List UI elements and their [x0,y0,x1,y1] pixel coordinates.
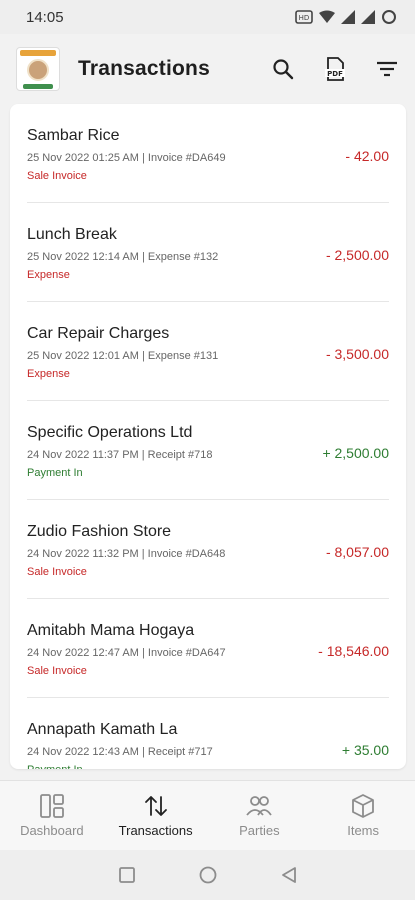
business-logo[interactable] [16,47,60,91]
transaction-date: 24 Nov 2022 12:43 AM [27,746,139,758]
nav-parties-label: Parties [239,823,280,838]
status-time: 14:05 [26,8,64,26]
status-bar: 14:05 HD [0,0,415,34]
app-header: Transactions PDF [0,34,415,104]
signal-2-icon [361,10,375,24]
transaction-row[interactable]: Sambar Rice 25 Nov 2022 01:25 AM | Invoi… [27,104,389,203]
svg-text:PDF: PDF [327,70,343,78]
transaction-list: Sambar Rice 25 Nov 2022 01:25 AM | Invoi… [10,104,406,769]
system-nav-bar [0,850,415,900]
transaction-party-name: Annapath Kamath La [27,721,178,738]
parties-icon [246,796,273,816]
back-icon[interactable] [280,866,298,884]
transaction-ref: | Receipt #718 [141,449,213,461]
transaction-ref: | Invoice #DA647 [141,647,226,659]
transaction-type: Sale Invoice [27,665,87,677]
transaction-date: 25 Nov 2022 12:14 AM [27,251,139,263]
transaction-date: 25 Nov 2022 12:01 AM [27,350,139,362]
pdf-icon: PDF [325,57,345,81]
transaction-type: Expense [27,368,70,380]
transaction-date: 25 Nov 2022 01:25 AM [27,152,139,164]
transaction-amount: + 35.00 [341,742,389,758]
bottom-nav: Dashboard Transactions Parties Items [0,780,415,850]
transaction-type: Payment In [27,467,83,479]
page-title: Transactions [78,57,210,80]
data-saver-icon: HD [295,10,313,24]
transaction-party-name: Car Repair Charges [27,325,170,342]
transaction-ref: | Invoice #DA649 [141,152,226,164]
nav-dashboard-label: Dashboard [20,823,84,838]
transaction-row[interactable]: Zudio Fashion Store 24 Nov 2022 11:32 PM… [27,500,389,599]
nav-transactions-label: Transactions [118,823,193,838]
transaction-party-name: Lunch Break [27,226,117,243]
nav-items[interactable]: Items [311,781,415,850]
transaction-row[interactable]: Lunch Break 25 Nov 2022 12:14 AM | Expen… [27,203,389,302]
transaction-ref: | Receipt #717 [141,746,213,758]
transaction-row[interactable]: Amitabh Mama Hogaya 24 Nov 2022 12:47 AM… [27,599,389,698]
transaction-amount: + 2,500.00 [322,445,389,461]
transactions-card: Sambar Rice 25 Nov 2022 01:25 AM | Invoi… [10,104,406,769]
transaction-row[interactable]: Specific Operations Ltd 24 Nov 2022 11:3… [27,401,389,500]
transaction-amount: - 8,057.00 [325,544,389,560]
nav-parties[interactable]: Parties [208,781,312,850]
nav-items-label: Items [347,823,380,838]
dashboard-icon [39,794,64,818]
transaction-ref: | Expense #132 [141,251,219,263]
transaction-type: Sale Invoice [27,566,87,578]
transaction-meta: 24 Nov 2022 12:43 AM | Receipt #717 [27,746,389,759]
svg-text:HD: HD [299,14,310,22]
transaction-type: Expense [27,269,70,281]
search-button[interactable] [271,57,295,81]
transaction-party-name: Specific Operations Ltd [27,424,193,441]
home-icon[interactable] [198,865,218,885]
transaction-ref: | Invoice #DA648 [141,548,226,560]
filter-icon [377,61,397,77]
transactions-icon [144,796,167,816]
transaction-date: 24 Nov 2022 11:37 PM [27,449,139,461]
signal-icon [341,10,355,24]
wifi-icon [319,10,335,23]
transaction-party-name: Sambar Rice [27,127,120,144]
nav-transactions[interactable]: Transactions [104,781,208,850]
transaction-amount: - 3,500.00 [325,346,389,362]
search-icon [273,59,294,80]
battery-icon [382,10,396,24]
transaction-party-name: Zudio Fashion Store [27,523,172,540]
transaction-amount: - 2,500.00 [325,247,389,263]
filter-button[interactable] [375,57,399,81]
recents-icon[interactable] [118,866,136,884]
nav-dashboard[interactable]: Dashboard [0,781,104,850]
transaction-date: 24 Nov 2022 11:32 PM [27,548,139,560]
pdf-export-button[interactable]: PDF [323,57,347,81]
transaction-row[interactable]: Car Repair Charges 25 Nov 2022 12:01 AM … [27,302,389,401]
items-icon [352,794,375,818]
transaction-row[interactable]: Annapath Kamath La 24 Nov 2022 12:43 AM … [27,698,389,769]
transaction-type: Sale Invoice [27,170,87,182]
transaction-amount: - 42.00 [345,148,389,164]
transaction-date: 24 Nov 2022 12:47 AM [27,647,139,659]
status-icons: HD [295,9,397,25]
transaction-type: Payment In [27,764,389,769]
transaction-ref: | Expense #131 [141,350,219,362]
transaction-amount: - 18,546.00 [318,643,389,659]
transaction-party-name: Amitabh Mama Hogaya [27,622,195,639]
transaction-meta: 25 Nov 2022 01:25 AM | Invoice #DA649 [27,152,389,165]
